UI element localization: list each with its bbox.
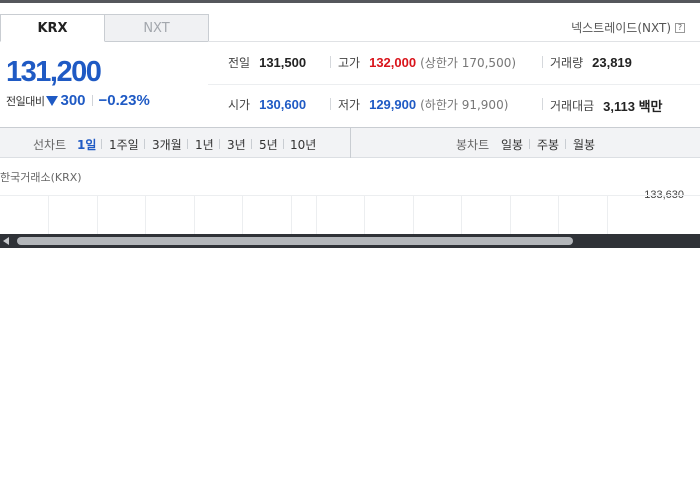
stat-sub: (하한가 91,900): [420, 98, 509, 112]
candle-daily-button[interactable]: 일봉: [501, 136, 523, 153]
stat-open: 시가 130,600: [228, 96, 306, 113]
toolbar-divider: [187, 139, 188, 149]
stat-separator: [542, 98, 543, 110]
nextrade-link-label: 넥스트레이드(NXT): [571, 21, 671, 35]
current-price: 131,200: [6, 56, 102, 88]
line-chart-label: 선차트: [33, 138, 67, 152]
scroll-thumb[interactable]: [17, 237, 573, 245]
gridline-vertical: [510, 195, 511, 234]
top-border: [0, 0, 700, 3]
toolbar-divider: [219, 139, 220, 149]
help-icon[interactable]: ?: [675, 22, 685, 33]
gridline-vertical: [242, 195, 243, 234]
stat-value: 23,819: [592, 55, 632, 70]
period-1w-button[interactable]: 1주일: [109, 136, 139, 153]
stat-label: 고가: [338, 56, 361, 70]
period-5y-button[interactable]: 5년: [259, 136, 278, 153]
toolbar-divider: [101, 139, 102, 149]
gridline-vertical: [413, 195, 414, 234]
change-label: 전일대비: [6, 94, 45, 108]
chart-toolbar: 선차트 1일 1주일 3개월 1년 3년 5년 10년 봉차트 일봉 주봉 월봉: [0, 127, 700, 158]
candle-weekly-button[interactable]: 주봉: [537, 136, 559, 153]
stat-separator: [330, 98, 331, 110]
candle-monthly-button[interactable]: 월봉: [573, 136, 595, 153]
stat-high: 고가 132,000 (상한가 170,500): [338, 54, 516, 71]
period-1y-button[interactable]: 1년: [195, 136, 214, 153]
stat-label: 전일: [228, 56, 251, 70]
stat-low: 저가 129,900 (하한가 91,900): [338, 96, 508, 113]
stat-volume: 거래량 23,819: [550, 54, 632, 71]
gridline-vertical: [97, 195, 98, 234]
toolbar-divider: [144, 139, 145, 149]
gridline-vertical: [48, 195, 49, 234]
gridline-vertical: [316, 195, 317, 234]
toolbar-section-divider: [350, 128, 351, 158]
chart-grid: [0, 195, 700, 234]
toolbar-divider: [251, 139, 252, 149]
change-percent: −0.23%: [98, 92, 150, 109]
period-3y-button[interactable]: 3년: [227, 136, 246, 153]
gridline-vertical: [194, 195, 195, 234]
stat-separator: [330, 56, 331, 68]
toolbar-divider: [283, 139, 284, 149]
period-10y-button[interactable]: 10년: [290, 136, 316, 153]
price-change: 전일대비 300 −0.23%: [6, 92, 150, 109]
stat-amount: 거래대금 3,113 백만: [550, 96, 663, 115]
gridline-vertical: [607, 195, 608, 234]
stat-label: 거래량: [550, 56, 584, 70]
gridline-vertical: [291, 195, 292, 234]
stat-value: 131,500: [259, 55, 307, 70]
chart-source: 한국거래소(KRX): [0, 171, 82, 184]
stat-label: 저가: [338, 98, 361, 112]
stat-value: 130,600: [259, 97, 307, 112]
tab-divider: [208, 41, 700, 42]
period-3m-button[interactable]: 3개월: [152, 136, 182, 153]
scroll-left-arrow-icon[interactable]: [3, 237, 9, 245]
change-value: 300: [60, 92, 86, 109]
stat-sub: (상한가 170,500): [420, 56, 517, 70]
down-triangle-icon: [46, 95, 59, 106]
toolbar-divider: [529, 139, 530, 149]
stat-label: 거래대금: [550, 99, 595, 113]
stat-value: 3,113 백만: [603, 99, 663, 114]
stats-divider: [208, 84, 700, 85]
candle-chart-label: 봉차트: [456, 138, 490, 152]
period-1d-button[interactable]: 1일: [77, 136, 96, 153]
gridline-vertical: [145, 195, 146, 234]
gridline-horizontal: [0, 195, 700, 196]
change-separator: [91, 95, 93, 106]
stat-label: 시가: [228, 98, 251, 112]
stat-value: 132,000: [369, 55, 417, 70]
stat-value: 129,900: [369, 97, 417, 112]
stat-prev-close: 전일 131,500: [228, 54, 306, 71]
stat-separator: [542, 56, 543, 68]
tab-krx[interactable]: KRX: [0, 14, 105, 42]
gridline-vertical: [461, 195, 462, 234]
gridline-vertical: [364, 195, 365, 234]
tab-nxt[interactable]: NXT: [104, 14, 209, 42]
toolbar-divider: [565, 139, 566, 149]
chart-scrollbar[interactable]: [0, 234, 700, 248]
nextrade-link[interactable]: 넥스트레이드(NXT) ?: [571, 19, 685, 36]
gridline-vertical: [558, 195, 559, 234]
